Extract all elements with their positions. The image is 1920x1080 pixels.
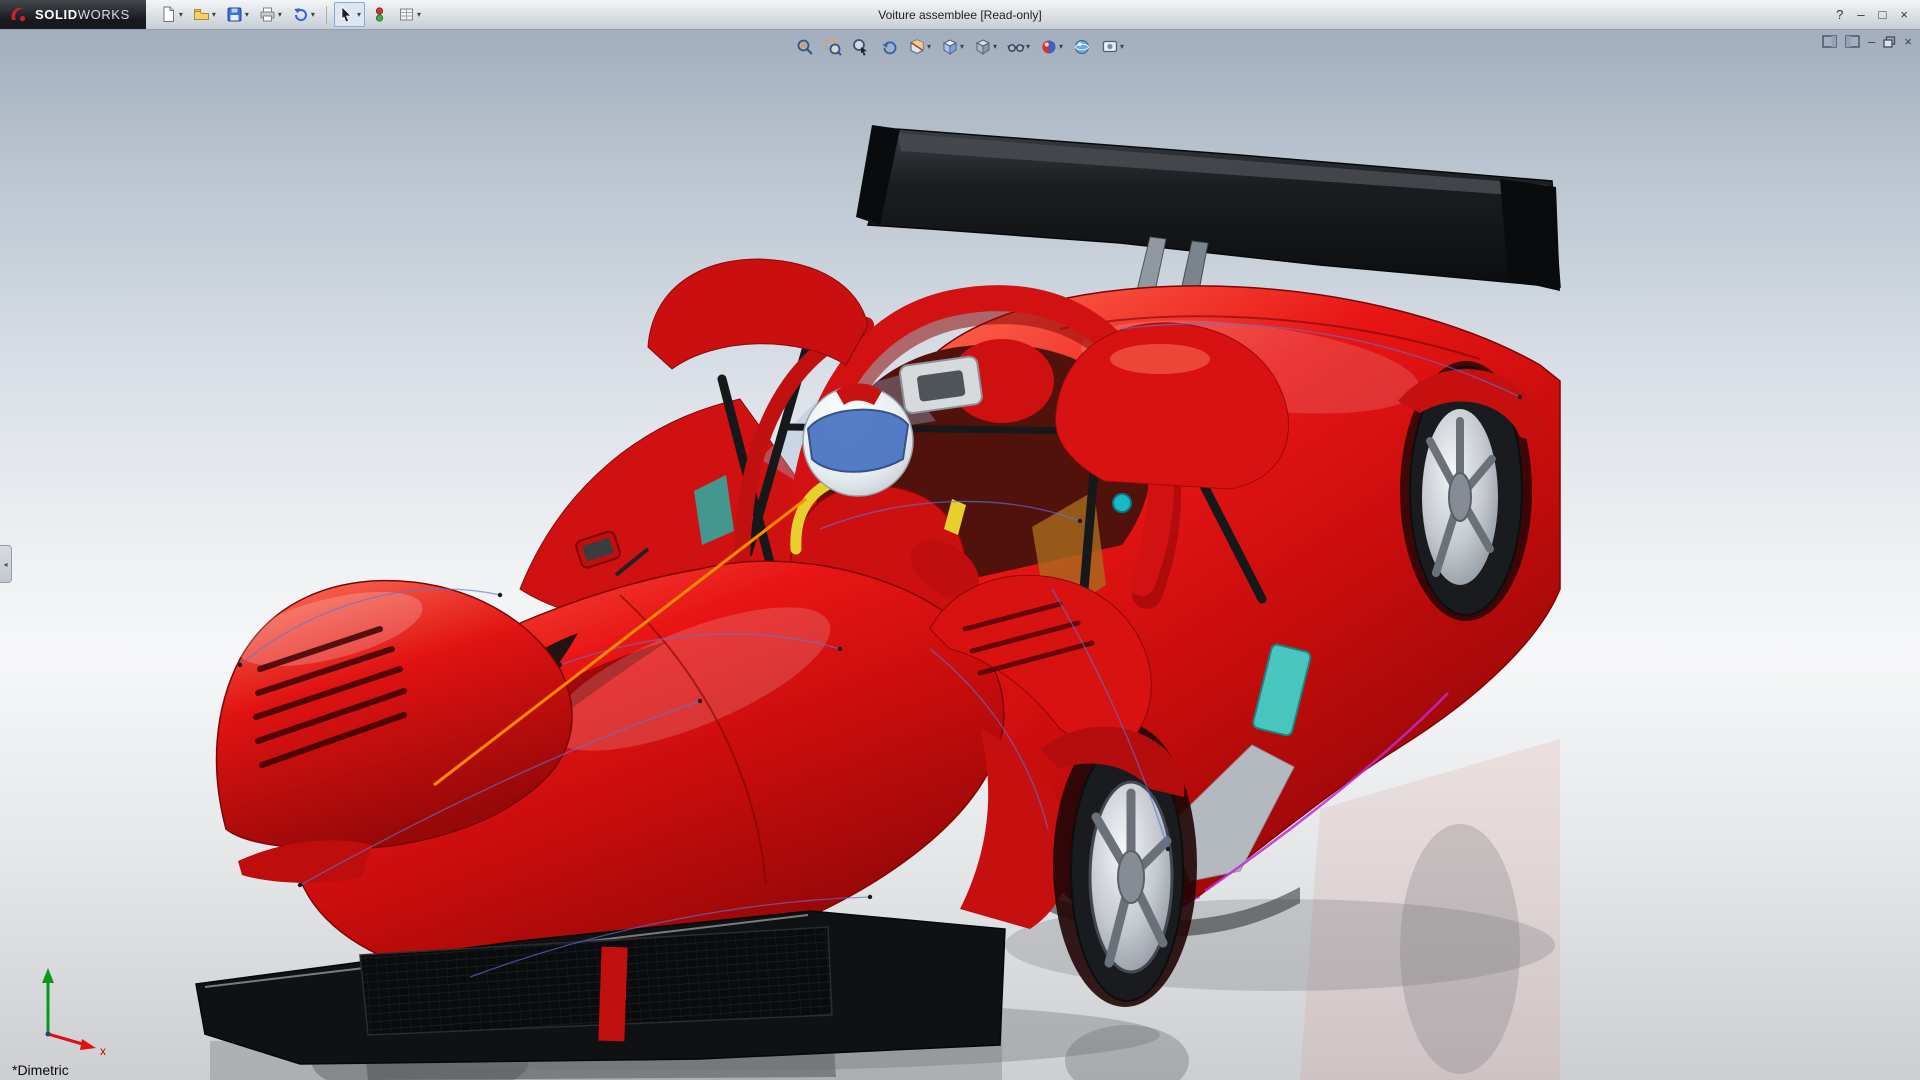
brand-text: SOLIDWORKS: [35, 7, 130, 22]
dive-plane: [238, 840, 372, 883]
doc-restore-icon: [1883, 36, 1896, 48]
collapse-left-icon: ◂: [3, 560, 7, 569]
rebuild-traffic-icon: [371, 6, 388, 23]
apply-scene-button[interactable]: [1070, 36, 1094, 58]
undo-icon: [292, 6, 309, 23]
triad-x-arrow: [80, 1039, 96, 1050]
view-orientation-button[interactable]: ▾: [938, 36, 967, 58]
file-properties-button[interactable]: ▾: [394, 2, 425, 27]
front-splitter[interactable]: [196, 911, 1005, 1064]
magnified-selection-button[interactable]: [849, 36, 873, 58]
edit-appearance-button[interactable]: ▾: [1037, 36, 1066, 58]
heads-up-view-toolbar: ▾ ▾ ▾: [789, 34, 1131, 60]
standard-toolbar: ▾ ▾ ▾: [156, 2, 425, 27]
display-style-icon: [974, 38, 992, 56]
hide-show-items-button[interactable]: ▾: [1004, 36, 1033, 58]
edit-appearance-icon: [1040, 38, 1058, 56]
save-floppy-icon: [226, 6, 243, 23]
helmet-visor: [808, 410, 908, 472]
zoom-to-area-icon: [824, 38, 842, 56]
apply-scene-icon: [1073, 38, 1091, 56]
3d-model-voiture-assemblee[interactable]: [0, 29, 1920, 1080]
section-view-button[interactable]: ▾: [905, 36, 934, 58]
select-button[interactable]: ▾: [334, 2, 365, 27]
triad-z-axis: [46, 1032, 51, 1037]
previous-view-button[interactable]: [877, 36, 901, 58]
featuremanager-pane-icon: [1845, 35, 1860, 48]
display-pane-toggle-button[interactable]: [1822, 35, 1837, 48]
window-controls: ? – □ ×: [1836, 8, 1920, 21]
new-button[interactable]: ▾: [156, 2, 187, 27]
section-view-icon: [908, 38, 926, 56]
zoom-to-fit-icon: [796, 38, 814, 56]
open-button[interactable]: ▾: [189, 2, 220, 27]
rebuild-button[interactable]: [367, 2, 392, 27]
cyan-marker: [1113, 494, 1131, 512]
print-icon: [259, 6, 276, 23]
titlebar: SOLIDWORKS ▾ ▾: [0, 0, 1920, 30]
graphics-area[interactable]: ▾ ▾ ▾: [0, 29, 1920, 1080]
new-document-icon: [160, 6, 177, 23]
print-dropdown[interactable]: ▾: [278, 11, 282, 19]
orientation-triad[interactable]: x: [14, 956, 114, 1056]
triad-y-arrow: [42, 968, 54, 983]
view-orientation-dropdown[interactable]: ▾: [960, 43, 964, 51]
zoom-to-fit-button[interactable]: [793, 36, 817, 58]
toolbar-separator: [326, 6, 327, 24]
help-button[interactable]: ?: [1836, 8, 1843, 21]
file-properties-icon: [398, 6, 415, 23]
splitter-pillar: [598, 947, 627, 1042]
solidworks-window: SOLIDWORKS ▾ ▾: [0, 0, 1920, 1080]
select-dropdown[interactable]: ▾: [357, 11, 361, 19]
featuremanager-expand-tab[interactable]: ◂: [0, 545, 12, 583]
minimize-button[interactable]: –: [1857, 8, 1864, 21]
section-view-dropdown[interactable]: ▾: [927, 43, 931, 51]
open-dropdown[interactable]: ▾: [212, 11, 216, 19]
maximize-button[interactable]: □: [1879, 8, 1887, 21]
close-button[interactable]: ×: [1900, 8, 1908, 21]
magnified-selection-icon: [852, 38, 870, 56]
solidworks-logo: SOLIDWORKS: [0, 0, 146, 29]
edit-appearance-dropdown[interactable]: ▾: [1059, 43, 1063, 51]
view-orientation-icon: [941, 38, 959, 56]
triad-x-label: x: [100, 1044, 106, 1056]
view-settings-button[interactable]: ▾: [1098, 36, 1127, 58]
doc-close-button[interactable]: ×: [1904, 35, 1912, 48]
new-dropdown[interactable]: ▾: [179, 11, 183, 19]
doc-restore-button[interactable]: [1883, 36, 1896, 48]
print-button[interactable]: ▾: [255, 2, 286, 27]
view-orientation-label: *Dimetric: [12, 1062, 69, 1078]
open-folder-icon: [193, 6, 210, 23]
select-cursor-icon: [338, 6, 355, 23]
display-style-button[interactable]: ▾: [971, 36, 1000, 58]
undo-dropdown[interactable]: ▾: [311, 11, 315, 19]
display-pane-icon: [1822, 35, 1837, 48]
doc-minimize-button[interactable]: –: [1868, 35, 1875, 48]
display-style-dropdown[interactable]: ▾: [993, 43, 997, 51]
view-settings-icon: [1101, 38, 1119, 56]
hide-show-items-dropdown[interactable]: ▾: [1026, 43, 1030, 51]
save-dropdown[interactable]: ▾: [245, 11, 249, 19]
view-settings-dropdown[interactable]: ▾: [1120, 43, 1124, 51]
previous-view-icon: [880, 38, 898, 56]
document-window-controls: – ×: [1822, 35, 1912, 48]
file-properties-dropdown[interactable]: ▾: [417, 11, 421, 19]
window-title: Voiture assemblee [Read-only]: [878, 8, 1041, 22]
featuremanager-pane-toggle-button[interactable]: [1845, 35, 1860, 48]
intake-box[interactable]: [899, 356, 983, 414]
left-rear-fender[interactable]: [648, 259, 868, 369]
dassault-logo-icon: [8, 5, 28, 25]
hide-show-items-icon: [1007, 38, 1025, 56]
zoom-to-area-button[interactable]: [821, 36, 845, 58]
save-button[interactable]: ▾: [222, 2, 253, 27]
undo-button[interactable]: ▾: [288, 2, 319, 27]
